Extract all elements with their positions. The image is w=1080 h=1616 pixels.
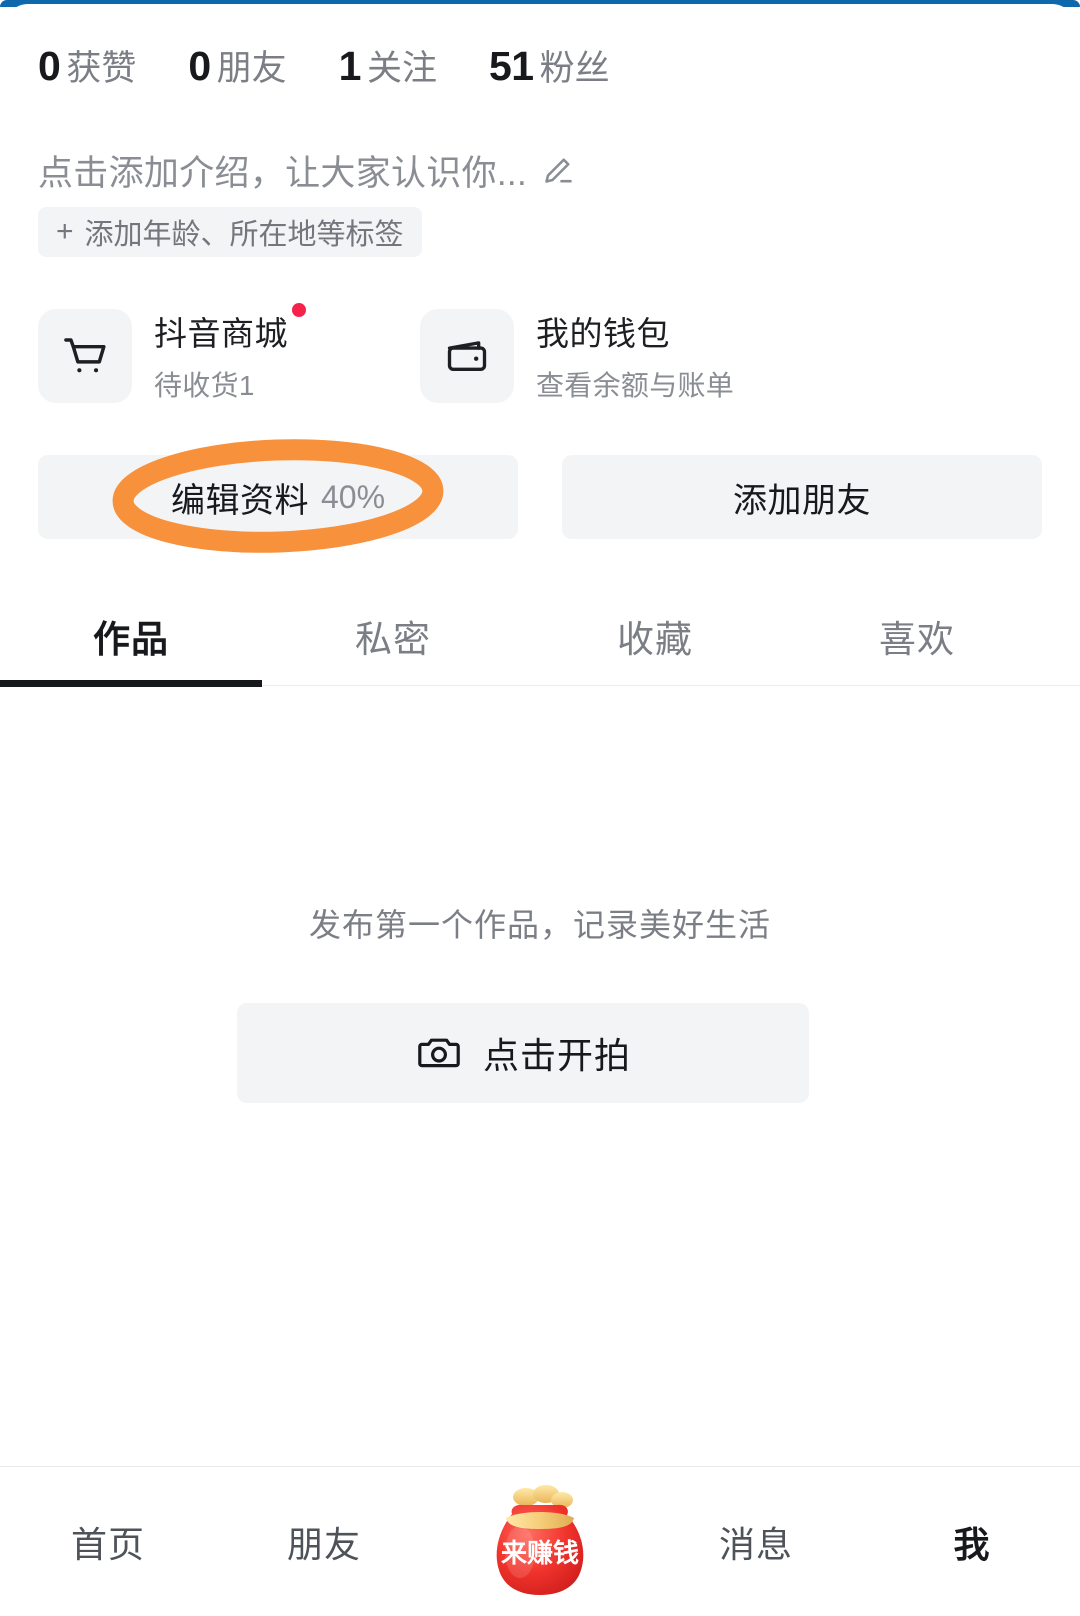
stat-followers[interactable]: 51 粉丝 [489, 40, 610, 91]
nav-item-earn-money[interactable]: 来赚钱 [432, 1467, 648, 1616]
active-tab-indicator [0, 680, 262, 687]
start-shooting-label: 点击开拍 [482, 1035, 631, 1076]
wallet-icon [420, 308, 514, 403]
nav-item-home-label: 首页 [70, 1523, 145, 1565]
stat-following-value: 1 [338, 43, 362, 89]
entry-card-wallet-title: 我的钱包 [536, 315, 670, 352]
stat-followers-value: 51 [488, 43, 534, 89]
stat-following[interactable]: 1 关注 [339, 40, 437, 91]
nav-item-friends-label: 朋友 [286, 1523, 361, 1565]
edit-profile-button[interactable]: 编辑资料 40% [38, 455, 518, 539]
add-tags-chip[interactable]: + 添加年龄、所在地等标签 [38, 207, 422, 257]
entry-card-wallet-subtitle: 查看余额与账单 [536, 370, 735, 401]
stat-friends[interactable]: 0 朋友 [188, 40, 286, 91]
stat-likes-label: 获赞 [66, 49, 137, 88]
nav-item-me[interactable]: 我 [864, 1467, 1080, 1616]
tab-works-label: 作品 [93, 619, 169, 660]
profile-action-buttons: 编辑资料 40% 添加朋友 [38, 455, 1042, 539]
bottom-navigation-bar: 首页 朋友 来赚钱 消息 我 [0, 1467, 1080, 1616]
pencil-icon[interactable] [539, 153, 575, 189]
edit-profile-completion-percent: 40% [320, 478, 386, 515]
add-tags-label: 添加年龄、所在地等标签 [84, 219, 404, 251]
profile-stats-row: 0 获赞 0 朋友 1 关注 51 粉丝 [38, 40, 662, 91]
nav-item-friends[interactable]: 朋友 [216, 1467, 432, 1616]
red-dot-badge-icon [292, 303, 306, 317]
shopping-cart-icon [38, 308, 132, 403]
stat-followers-label: 粉丝 [539, 49, 610, 88]
tab-private[interactable]: 私密 [262, 592, 524, 680]
stat-likes-value: 0 [38, 43, 61, 89]
nav-item-me-label: 我 [953, 1523, 991, 1565]
stat-friends-value: 0 [188, 43, 211, 89]
tab-likes-label: 喜欢 [879, 619, 955, 660]
tab-favorites-label: 收藏 [617, 619, 693, 660]
bio-row[interactable]: 点击添加介绍，让大家认识你... [38, 145, 575, 196]
entry-card-shop-title-text: 抖音商城 [154, 315, 288, 352]
nav-item-messages-label: 消息 [718, 1523, 793, 1565]
app-screen: 0 获赞 0 朋友 1 关注 51 粉丝 点击添加介绍，让大家认识你... + … [0, 0, 1080, 1616]
money-bag-label: 来赚钱 [501, 1538, 579, 1568]
entry-cards-row: 抖音商城 待收货1 我的钱包 查看余额与账单 [38, 303, 1038, 404]
stat-friends-label: 朋友 [216, 49, 287, 88]
stat-following-label: 关注 [366, 49, 437, 88]
browser-chrome-top-edge [0, 0, 1080, 28]
nav-item-messages[interactable]: 消息 [648, 1467, 864, 1616]
start-shooting-button[interactable]: 点击开拍 [237, 1003, 809, 1103]
tab-private-label: 私密 [355, 619, 431, 660]
entry-card-shop[interactable]: 抖音商城 待收货1 [38, 303, 418, 404]
empty-state-message: 发布第一个作品，记录美好生活 [308, 907, 771, 943]
add-friend-label: 添加朋友 [733, 481, 871, 520]
add-friend-button[interactable]: 添加朋友 [562, 455, 1042, 539]
plus-icon: + [56, 215, 74, 248]
entry-card-shop-title: 抖音商城 [154, 303, 306, 355]
edit-profile-label: 编辑资料 [170, 481, 309, 520]
bio-placeholder-text: 点击添加介绍，让大家认识你... [38, 154, 527, 193]
entry-card-wallet-texts: 我的钱包 查看余额与账单 [536, 307, 734, 404]
content-tabs: 作品 私密 收藏 喜欢 [0, 592, 1080, 697]
entry-card-shop-subtitle: 待收货1 [154, 370, 255, 401]
tab-likes[interactable]: 喜欢 [786, 592, 1048, 680]
tabs-divider [262, 685, 1080, 686]
tab-favorites[interactable]: 收藏 [524, 592, 786, 680]
camera-icon [415, 1028, 463, 1079]
money-bag-icon: 来赚钱 [496, 1484, 584, 1595]
entry-card-wallet[interactable]: 我的钱包 查看余额与账单 [420, 307, 800, 404]
stat-likes[interactable]: 0 获赞 [38, 40, 136, 91]
nav-item-home[interactable]: 首页 [0, 1467, 216, 1616]
browser-chrome-inner [4, 4, 1076, 28]
tab-works[interactable]: 作品 [0, 592, 262, 680]
entry-card-shop-texts: 抖音商城 待收货1 [154, 303, 306, 404]
